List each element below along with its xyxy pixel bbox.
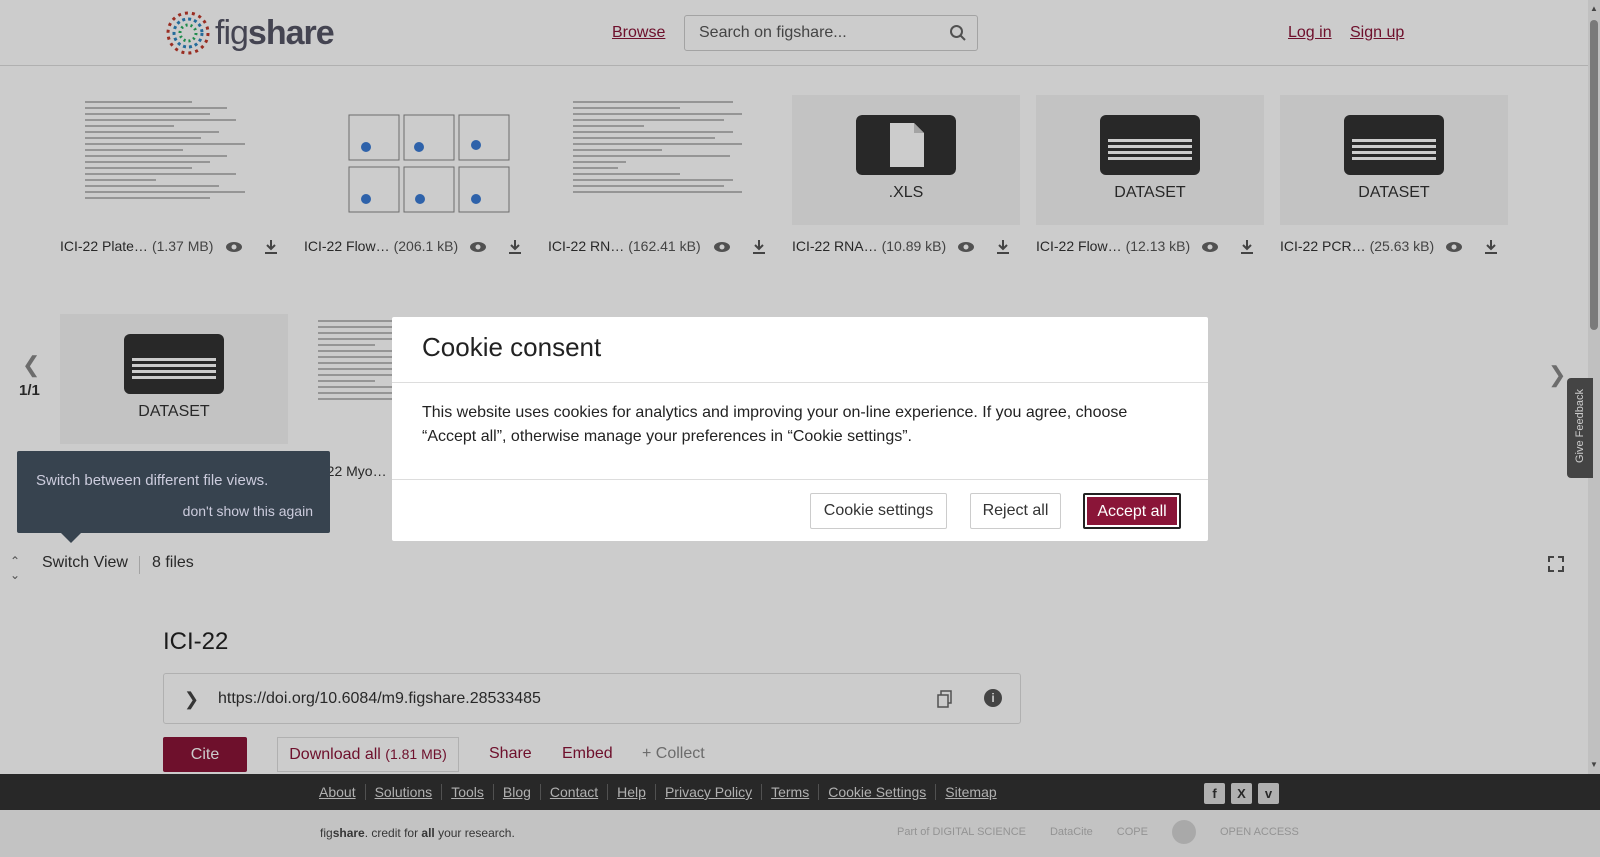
reject-all-button[interactable]: Reject all [970,493,1061,529]
divider [392,382,1208,383]
tooltip-tail [61,533,81,543]
cookie-settings-button[interactable]: Cookie settings [810,493,947,529]
cookie-consent-dialog: Cookie consent This website uses cookies… [392,317,1208,541]
app: figshare Browse Log in Sign up .XLS [0,0,1600,857]
tooltip-text: Switch between different file views. [36,472,269,489]
switch-view-tooltip: Switch between different file views. don… [17,451,330,543]
divider [392,479,1208,480]
accept-all-button[interactable]: Accept all [1083,493,1181,529]
dont-show-again-link[interactable]: don't show this again [183,503,313,519]
dialog-body: This website uses cookies for analytics … [422,404,1128,445]
dialog-title: Cookie consent [422,332,602,362]
